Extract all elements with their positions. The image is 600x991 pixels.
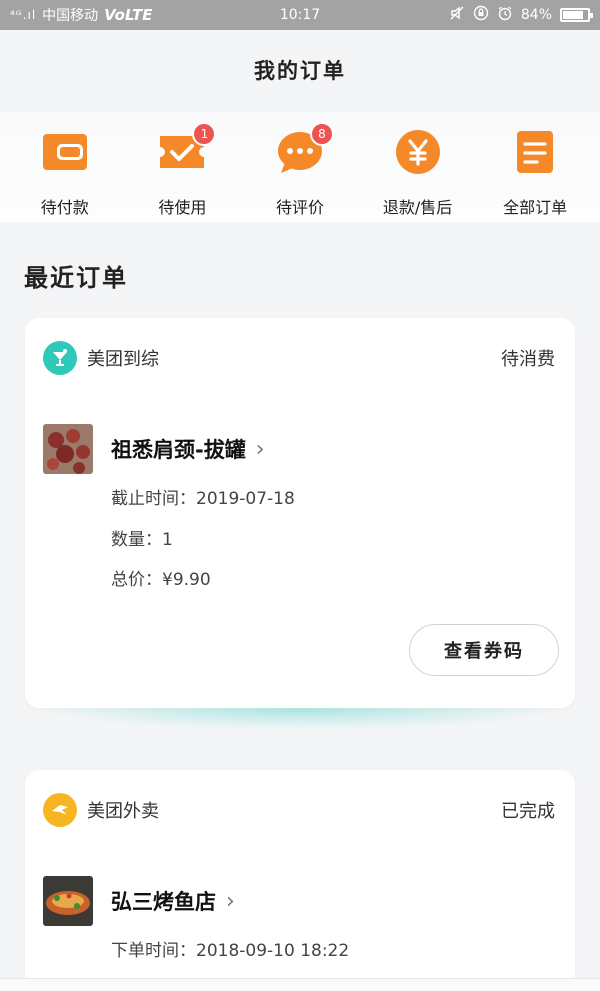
cocktail-icon [43,341,77,375]
signal-icon: ⁴ᴳ.ıl [10,8,37,22]
view-voucher-button[interactable]: 查看券码 [409,624,559,676]
alarm-icon [497,5,513,25]
battery-percent: 84% [520,7,552,23]
ticket-icon: 1 [158,122,217,176]
item-name: 祖悉肩颈-拔罐 [111,438,246,462]
document-icon [511,128,559,176]
order-status: 待消费 [501,349,555,370]
order-time: 下单时间：2018-09-10 18:22 [111,941,350,961]
wallet-icon [41,128,89,176]
order-shortcuts: 待付款 1 待使用 8 待评价 退款/售后 全部订单 [0,112,600,222]
mute-icon [449,5,465,25]
shortcut-label: 全部订单 [503,198,568,217]
order-card[interactable]: 美团外卖 已完成 弘三烤鱼店 › 下单时间：2018-09-10 18:22 [25,770,575,991]
unread-badge: 8 [309,122,334,146]
chat-bubble-icon: 8 [276,122,334,176]
lock-rotation-icon [473,5,489,25]
order-status: 已完成 [501,801,555,822]
shortcut-label: 待使用 [158,198,207,217]
order-card-header: 美团到综 待消费 [43,340,555,376]
status-bar: ⁴ᴳ.ıl 中国移动 VoLTE 10:17 84% [0,0,600,30]
chevron-right-icon: › [255,436,265,462]
order-item-title[interactable]: 弘三烤鱼店 › [111,886,235,916]
business-line-label: 美团到综 [87,349,159,370]
nav-bar: 我的订单 [0,30,600,110]
order-item-title[interactable]: 祖悉肩颈-拔罐 › [111,434,265,464]
chevron-right-icon: › [226,888,235,914]
shortcut-label: 待评价 [275,198,324,217]
order-quantity: 数量：1 [111,530,173,550]
delivery-icon [43,793,77,827]
bottom-tab-bar [0,978,600,991]
product-thumbnail [43,876,93,926]
shortcut-label: 待付款 [40,198,89,217]
recent-orders-heading: 最近订单 [24,264,128,292]
shortcut-all-orders[interactable]: 全部订单 [479,112,591,222]
shortcut-to-review[interactable]: 8 待评价 [244,112,356,222]
order-card[interactable]: 美团到综 待消费 祖悉肩颈-拔罐 › 截止时间：2019-07-18 数量：1 … [25,318,575,708]
battery-icon [560,8,593,22]
yen-icon [394,128,442,176]
business-line-label: 美团外卖 [87,801,159,822]
item-name: 弘三烤鱼店 [111,890,216,914]
order-card-header: 美团外卖 已完成 [43,792,555,828]
shortcut-pending-payment[interactable]: 待付款 [9,112,121,222]
page-title: 我的订单 [254,59,346,83]
volte-label: VoLTE [104,6,153,24]
shortcut-refund[interactable]: 退款/售后 [362,112,474,222]
unread-badge: 1 [192,122,217,146]
product-thumbnail [43,424,93,474]
shortcut-label: 退款/售后 [382,198,453,217]
carrier-label: 中国移动 [42,8,99,24]
order-total: 总价：¥9.90 [111,570,211,590]
shortcut-to-use[interactable]: 1 待使用 [126,112,238,222]
order-deadline: 截止时间：2019-07-18 [111,489,295,509]
